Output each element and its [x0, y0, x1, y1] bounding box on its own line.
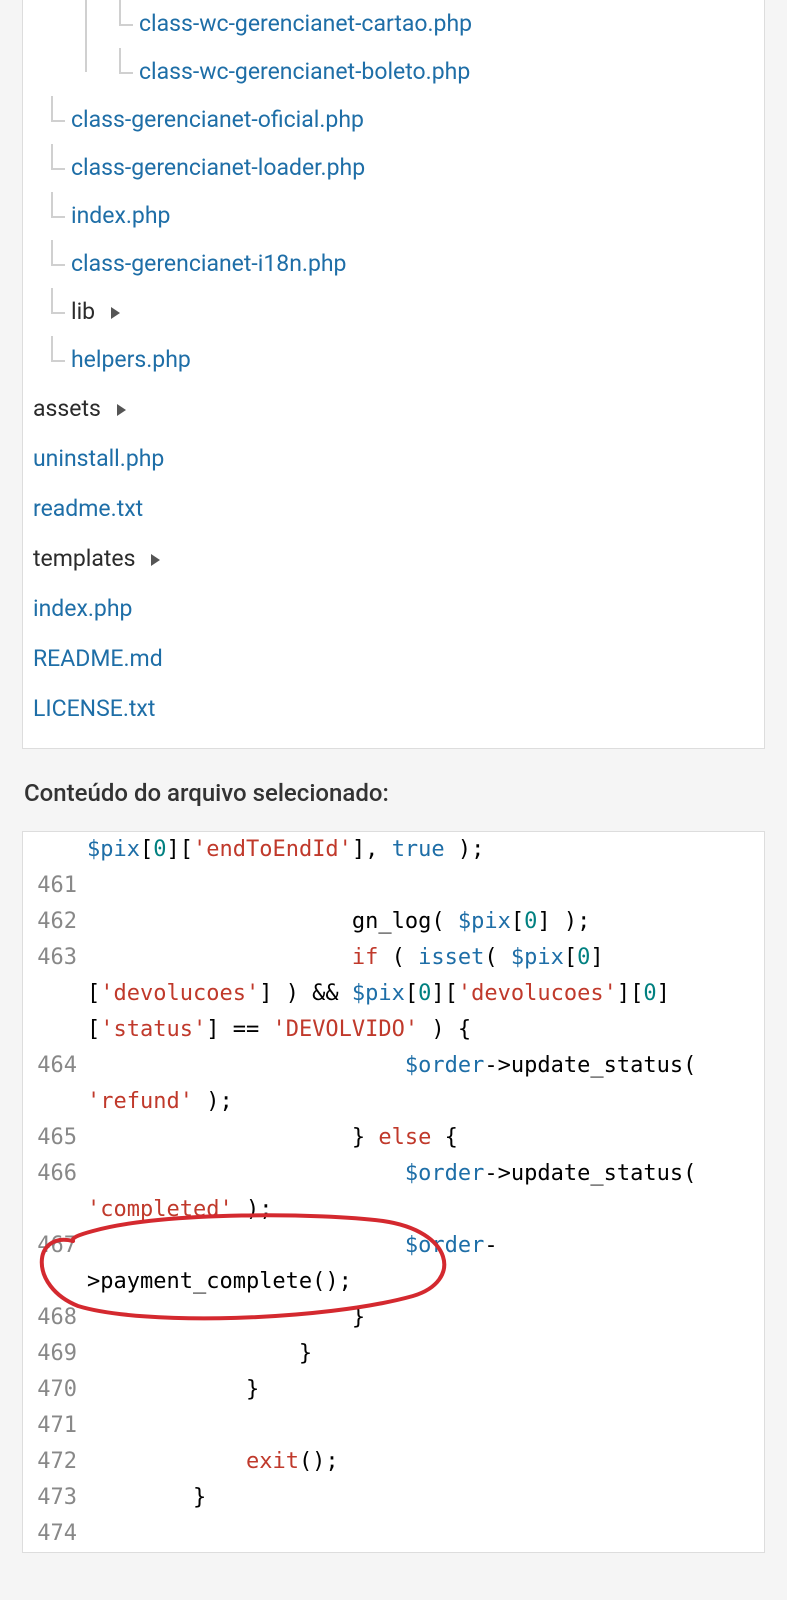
- file-tree-item[interactable]: uninstall.php: [23, 434, 764, 484]
- line-number: 466: [23, 1156, 87, 1192]
- line-content: $pix[0]['endToEndId'], true );: [87, 832, 764, 868]
- folder-label: assets: [33, 395, 101, 422]
- file-link: class-wc-gerencianet-boleto.php: [139, 58, 470, 85]
- line-content: exit();: [87, 1444, 764, 1480]
- file-link: helpers.php: [71, 346, 191, 373]
- code-line: 474: [23, 1516, 764, 1552]
- code-line: 468 }: [23, 1300, 764, 1336]
- file-tree-item[interactable]: index.php: [23, 584, 764, 634]
- code-line: 472 exit();: [23, 1444, 764, 1480]
- line-number: 461: [23, 868, 87, 904]
- code-line: 467 $order->payment_complete();: [23, 1228, 764, 1300]
- line-content: [87, 868, 764, 904]
- file-tree-item[interactable]: LICENSE.txt: [23, 684, 764, 734]
- code-line: 463 if ( isset( $pix[0]['devolucoes'] ) …: [23, 940, 764, 1048]
- folder-item-lib[interactable]: lib: [37, 288, 764, 336]
- file-link[interactable]: index.php: [33, 595, 132, 622]
- file-link[interactable]: LICENSE.txt: [33, 695, 155, 722]
- file-tree-item[interactable]: helpers.php: [37, 336, 764, 384]
- file-tree-item[interactable]: class-gerencianet-oficial.php: [37, 96, 764, 144]
- folder-item-templates[interactable]: templates: [23, 534, 764, 584]
- line-number: 465: [23, 1120, 87, 1156]
- code-line: 462 gn_log( $pix[0] );: [23, 904, 764, 940]
- line-content: }: [87, 1300, 764, 1336]
- line-content: gn_log( $pix[0] );: [87, 904, 764, 940]
- line-number: 462: [23, 904, 87, 940]
- line-number: 470: [23, 1372, 87, 1408]
- line-content: } else {: [87, 1120, 764, 1156]
- file-tree-item[interactable]: class-gerencianet-i18n.php: [37, 240, 764, 288]
- line-number: 473: [23, 1480, 87, 1516]
- file-tree-item[interactable]: class-wc-gerencianet-cartao.php: [105, 0, 764, 48]
- code-line: $pix[0]['endToEndId'], true );: [23, 832, 764, 868]
- file-tree-item[interactable]: class-wc-gerencianet-boleto.php: [105, 48, 764, 96]
- code-line: 461: [23, 868, 764, 904]
- code-line: 470 }: [23, 1372, 764, 1408]
- section-title: Conteúdo do arquivo selecionado:: [24, 779, 765, 807]
- file-link: class-wc-gerencianet-cartao.php: [139, 10, 472, 37]
- code-line: 469 }: [23, 1336, 764, 1372]
- file-link[interactable]: README.md: [33, 645, 163, 672]
- line-content: if ( isset( $pix[0]['devolucoes'] ) && $…: [87, 940, 764, 1048]
- code-line: 466 $order->update_status( 'completed' )…: [23, 1156, 764, 1228]
- line-content: [87, 1516, 764, 1552]
- file-tree-item[interactable]: class-gerencianet-loader.php: [37, 144, 764, 192]
- line-content: $order->payment_complete();: [87, 1228, 764, 1300]
- code-viewer: $pix[0]['endToEndId'], true );461 462 gn…: [22, 831, 765, 1553]
- file-link: class-gerencianet-oficial.php: [71, 106, 364, 133]
- line-content: $order->update_status( 'refund' );: [87, 1048, 764, 1120]
- line-number: 463: [23, 940, 87, 976]
- file-link[interactable]: uninstall.php: [33, 445, 164, 472]
- code-line: 465 } else {: [23, 1120, 764, 1156]
- line-number: 468: [23, 1300, 87, 1336]
- caret-right-icon: [115, 403, 127, 417]
- line-content: [87, 1408, 764, 1444]
- file-tree-item[interactable]: index.php: [37, 192, 764, 240]
- line-content: }: [87, 1480, 764, 1516]
- code-line: 473 }: [23, 1480, 764, 1516]
- code-line: 464 $order->update_status( 'refund' );: [23, 1048, 764, 1120]
- line-number: 464: [23, 1048, 87, 1084]
- code-line: 471: [23, 1408, 764, 1444]
- caret-right-icon: [149, 553, 161, 567]
- folder-label: lib: [71, 298, 95, 325]
- folder-item-assets[interactable]: assets: [23, 384, 764, 434]
- file-tree: class-wc-gerencianet-cartao.php class-wc…: [22, 0, 765, 749]
- file-tree-item[interactable]: README.md: [23, 634, 764, 684]
- file-tree-item[interactable]: readme.txt: [23, 484, 764, 534]
- line-number: 471: [23, 1408, 87, 1444]
- line-number: 469: [23, 1336, 87, 1372]
- file-link: class-gerencianet-loader.php: [71, 154, 365, 181]
- file-link: index.php: [71, 202, 170, 229]
- folder-label: templates: [33, 545, 136, 572]
- caret-right-icon: [109, 306, 121, 320]
- line-number: 467: [23, 1228, 87, 1264]
- line-content: }: [87, 1336, 764, 1372]
- line-number: 474: [23, 1516, 87, 1552]
- line-content: $order->update_status( 'completed' );: [87, 1156, 764, 1228]
- line-number: 472: [23, 1444, 87, 1480]
- line-content: }: [87, 1372, 764, 1408]
- file-link: class-gerencianet-i18n.php: [71, 250, 346, 277]
- file-link[interactable]: readme.txt: [33, 495, 143, 522]
